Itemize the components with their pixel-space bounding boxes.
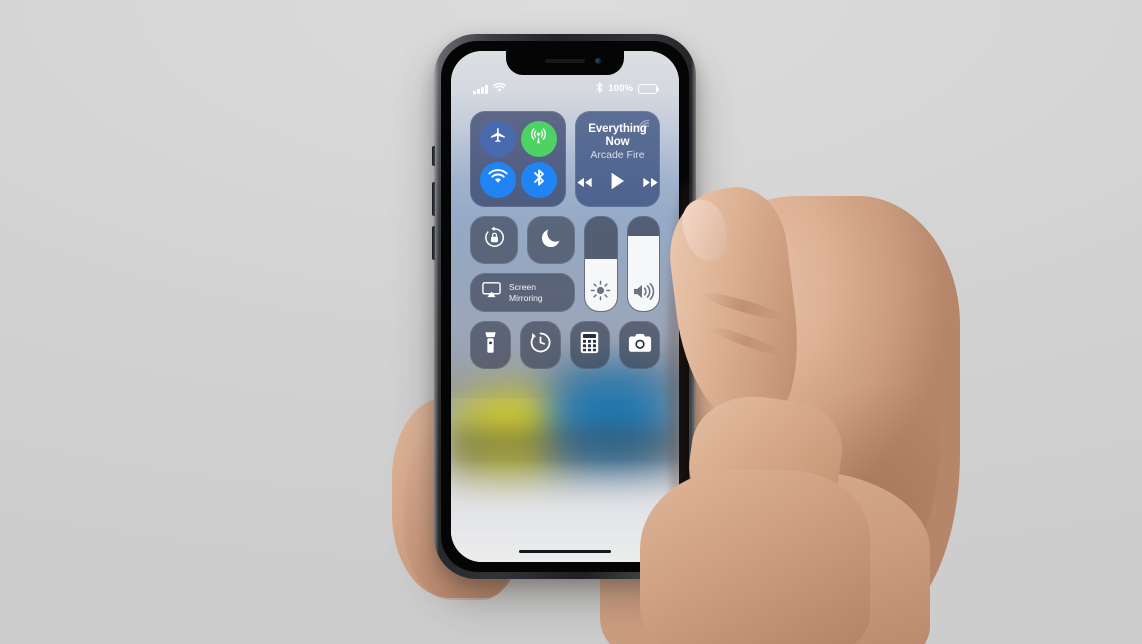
battery-icon (638, 84, 657, 94)
control-center-row-1: Everything Now Arcade Fire (470, 111, 660, 207)
cellular-data-toggle[interactable] (520, 120, 557, 157)
bluetooth-icon (596, 80, 603, 98)
volume-up-button[interactable] (432, 182, 435, 216)
airplane-icon (489, 127, 507, 150)
airplay-audio-icon[interactable] (637, 119, 650, 137)
mirroring-label-line2: Mirroring (509, 292, 543, 303)
status-bar-right: 100% (596, 80, 657, 98)
volume-down-button[interactable] (432, 226, 435, 260)
media-playback-module[interactable]: Everything Now Arcade Fire (575, 111, 660, 207)
iphone-device: 100% Everything Now Arcade Fire Screen M… (432, 34, 698, 579)
status-bar-left (473, 80, 506, 98)
control-center: Everything Now Arcade Fire Screen Mirror… (451, 111, 679, 378)
lower-fingers (640, 470, 870, 644)
track-artist: Arcade Fire (590, 149, 645, 162)
notch (506, 51, 624, 75)
flashlight-button[interactable] (470, 321, 511, 369)
transport-controls (576, 172, 659, 195)
mirroring-label-line1: Screen (509, 282, 536, 293)
rotation-lock-button[interactable] (470, 216, 518, 264)
lock-dnd-pair (470, 216, 575, 264)
wifi-icon (487, 169, 508, 190)
flashlight-icon (484, 331, 497, 359)
front-camera-icon (595, 58, 601, 64)
volume-slider[interactable] (626, 216, 660, 312)
calculator-button[interactable] (569, 321, 611, 369)
connectivity-module[interactable] (470, 111, 566, 207)
screen-mirroring-label: Screen Mirroring (509, 282, 543, 302)
airplay-screen-icon (482, 282, 501, 303)
airplane-mode-toggle[interactable] (479, 120, 516, 157)
fast-forward-button[interactable] (642, 175, 659, 193)
rewind-button[interactable] (576, 175, 593, 193)
moon-icon (541, 227, 562, 253)
middle-left-column: Screen Mirroring (470, 216, 575, 312)
brightness-slider[interactable] (584, 216, 618, 312)
battery-percentage: 100% (608, 83, 633, 95)
control-center-row-3 (470, 321, 660, 369)
wifi-toggle[interactable] (479, 161, 516, 198)
timer-icon (529, 331, 552, 359)
rotation-lock-icon (483, 226, 506, 254)
timer-button[interactable] (519, 321, 561, 369)
screen-mirroring-button[interactable]: Screen Mirroring (470, 273, 575, 312)
camera-button[interactable] (619, 321, 660, 369)
bluetooth-toggle[interactable] (520, 161, 557, 198)
control-center-row-2: Screen Mirroring (470, 216, 660, 312)
play-button[interactable] (610, 172, 625, 195)
earpiece-speaker-icon (545, 59, 585, 63)
bluetooth-icon (533, 168, 545, 192)
wifi-icon (492, 80, 506, 98)
screen-bezel: 100% Everything Now Arcade Fire Screen M… (441, 41, 689, 572)
phone-screen: 100% Everything Now Arcade Fire Screen M… (451, 51, 679, 562)
cellular-tower-icon (529, 127, 548, 151)
camera-icon (628, 333, 652, 358)
brightness-icon (585, 280, 617, 301)
status-bar: 100% (451, 81, 679, 97)
mute-switch[interactable] (432, 146, 435, 166)
cellular-signal-icon (473, 84, 488, 94)
calculator-icon (580, 331, 599, 359)
do-not-disturb-button[interactable] (527, 216, 575, 264)
home-indicator[interactable] (519, 549, 611, 553)
speaker-icon (628, 282, 660, 301)
